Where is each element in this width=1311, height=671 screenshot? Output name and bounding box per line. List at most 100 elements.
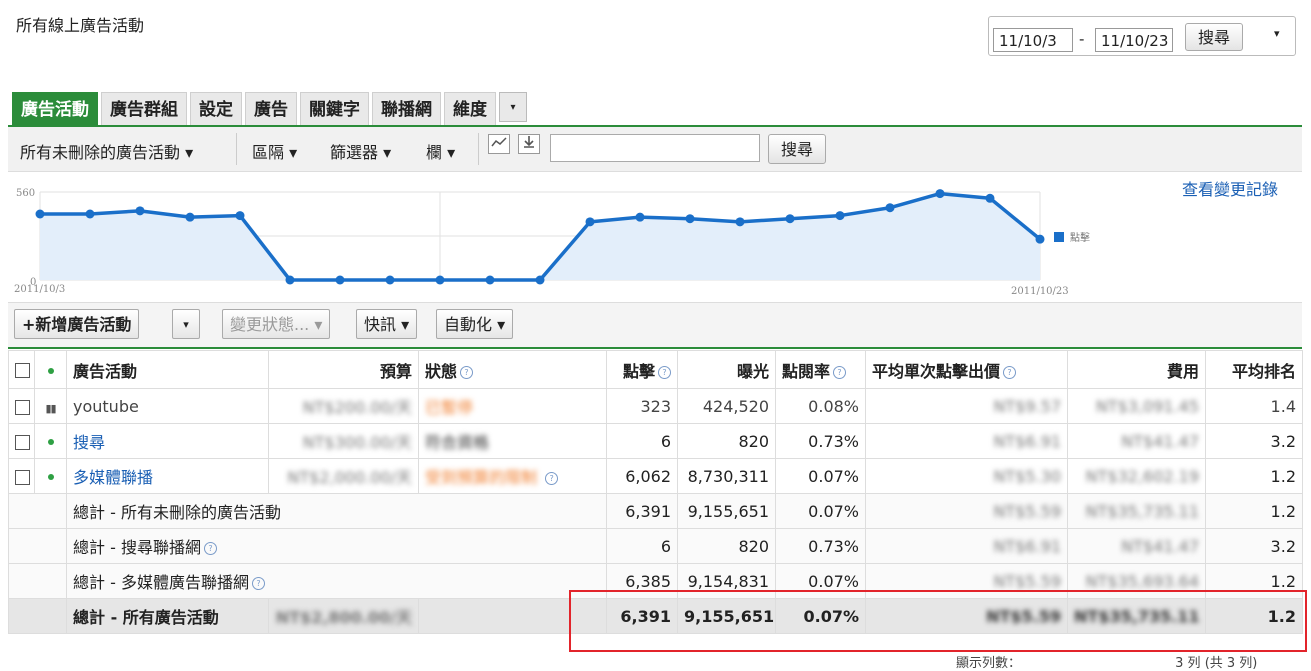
tab-keywords[interactable]: 關鍵字 [300, 92, 369, 126]
data-point [185, 212, 195, 222]
header-status[interactable]: 狀態? [418, 350, 607, 389]
x-end-label: 2011/10/23 [1011, 286, 1069, 297]
clicks-value: 323 [606, 388, 678, 424]
date-range-picker[interactable]: 11/10/3 - 11/10/23 搜尋 ▾ [988, 16, 1296, 56]
data-point [1035, 234, 1045, 244]
table-row: 多媒體聯播 NT$2,000.00/天 受到預算的限制 ? 6,062 8,73… [8, 458, 1303, 494]
enabled-icon[interactable] [34, 423, 67, 459]
header-avg-cpc[interactable]: 平均單次點擊出價? [865, 350, 1068, 389]
total-row: 總計 - 搜尋聯播網? 6 820 0.73% NT$6.91 NT$41.47… [8, 528, 1303, 564]
cpc-value: NT$6.91 [993, 536, 1061, 556]
impressions-value: 820 [677, 528, 776, 564]
start-date-input[interactable]: 11/10/3 [993, 28, 1073, 52]
search-button[interactable]: 搜尋 [768, 134, 826, 164]
tab-dimensions[interactable]: 維度 [444, 92, 496, 126]
cpc-value: NT$9.57 [993, 396, 1061, 416]
header-impressions[interactable]: 曝光 [677, 350, 776, 389]
data-point [85, 209, 95, 219]
new-campaign-button[interactable]: +新增廣告活動 [14, 309, 140, 339]
ctr-value: 0.07% [775, 493, 866, 529]
grand-total-label: 總計 - 所有廣告活動 [66, 598, 269, 634]
data-point [935, 189, 945, 199]
cost-value: NT$35,735.11 [1085, 501, 1199, 521]
enabled-icon[interactable] [34, 458, 67, 494]
more-tabs-icon[interactable]: ▾ [499, 92, 527, 122]
total-label: 總計 - 多媒體廣告聯播網 [73, 573, 249, 592]
change-history-link[interactable]: 查看變更記錄 [1182, 176, 1278, 200]
total-label: 總計 - 所有未刪除的廣告活動 [66, 493, 607, 529]
table-divider [8, 347, 1302, 349]
date-search-button[interactable]: 搜尋 [1185, 23, 1243, 51]
cpc-value: NT$5.30 [993, 466, 1061, 486]
help-icon: ? [460, 365, 474, 379]
data-point [435, 275, 445, 285]
toolbar-divider [236, 133, 237, 165]
clicks-chart: 560 0 2011/10/3 2011/10/23 點擊 [14, 188, 1090, 297]
help-icon: ? [203, 542, 217, 555]
tab-networks[interactable]: 聯播網 [372, 92, 441, 126]
cost-value: NT$41.47 [1121, 536, 1199, 556]
tab-campaigns[interactable]: 廣告活動 [12, 92, 98, 126]
pagination-footer: 顯示列數： 3 列 (共 3 列) [956, 652, 1257, 671]
filters-dropdown[interactable]: 篩選器 ▾ [330, 139, 391, 163]
header-clicks[interactable]: 點擊? [606, 350, 678, 389]
tab-settings[interactable]: 設定 [190, 92, 242, 126]
data-point [385, 275, 395, 285]
help-icon: ? [833, 365, 847, 379]
header-campaign[interactable]: 廣告活動 [66, 350, 269, 389]
search-input[interactable] [550, 134, 760, 162]
legend-label: 點擊 [1070, 231, 1090, 244]
campaign-name[interactable]: youtube [66, 388, 269, 424]
table-row: ▮▮ youtube NT$200.00/天 已暫停 323 424,520 0… [8, 388, 1303, 424]
clicks-value: 6,062 [606, 458, 678, 494]
change-status-button[interactable]: 變更狀態... ▾ [222, 309, 331, 339]
pause-icon[interactable]: ▮▮ [34, 388, 67, 424]
clicks-value: 6 [606, 528, 678, 564]
y-max-label: 560 [16, 188, 35, 199]
tab-ads[interactable]: 廣告 [245, 92, 297, 126]
data-point [235, 211, 245, 221]
data-point [135, 206, 145, 216]
filter-toolbar: 所有未刪除的廣告活動 ▾ 區隔 ▾ 篩選器 ▾ 欄 ▾ 搜尋 [8, 127, 1302, 172]
position-value: 3.2 [1205, 528, 1303, 564]
chart-toggle-icon[interactable] [488, 134, 510, 154]
row-checkbox[interactable] [8, 388, 35, 424]
help-icon: ? [1003, 365, 1017, 379]
help-icon: ? [545, 472, 559, 485]
impressions-value: 424,520 [677, 388, 776, 424]
data-point [585, 217, 595, 227]
status-value: 符合資格 [425, 433, 490, 452]
budget-value: NT$300.00/天 [302, 433, 412, 452]
tab-ad-groups[interactable]: 廣告群組 [101, 92, 187, 126]
automate-button[interactable]: 自動化 ▾ [436, 309, 514, 339]
budget-value: NT$2,800.00/天 [275, 608, 412, 627]
new-campaign-dropdown-icon[interactable]: ▾ [172, 309, 200, 339]
campaign-name[interactable]: 多媒體聯播 [66, 458, 269, 494]
campaign-name[interactable]: 搜尋 [66, 423, 269, 459]
status-value: 受到預算的限制 [425, 468, 538, 487]
rows-per-page-label: 顯示列數： [956, 656, 1022, 671]
end-date-input[interactable]: 11/10/23 [1095, 28, 1173, 52]
alerts-button[interactable]: 快訊 ▾ [356, 309, 418, 339]
campaign-filter-dropdown[interactable]: 所有未刪除的廣告活動 ▾ [20, 139, 193, 163]
total-row: 總計 - 所有未刪除的廣告活動 6,391 9,155,651 0.07% NT… [8, 493, 1303, 529]
segment-dropdown[interactable]: 區隔 ▾ [252, 139, 297, 163]
ctr-value: 0.07% [775, 458, 866, 494]
header-budget[interactable]: 預算 [268, 350, 419, 389]
columns-dropdown[interactable]: 欄 ▾ [426, 139, 455, 163]
data-point [835, 211, 845, 221]
select-all-checkbox[interactable] [8, 350, 35, 389]
header-avg-position[interactable]: 平均排名 [1205, 350, 1303, 389]
date-separator: - [1079, 30, 1085, 48]
chevron-down-icon[interactable]: ▾ [1274, 27, 1280, 40]
ctr-value: 0.73% [775, 528, 866, 564]
row-checkbox[interactable] [8, 458, 35, 494]
x-start-label: 2011/10/3 [14, 284, 65, 295]
status-value: 已暫停 [425, 398, 474, 417]
download-icon[interactable] [518, 134, 540, 154]
header-cost[interactable]: 費用 [1067, 350, 1206, 389]
cpc-value: NT$6.91 [993, 431, 1061, 451]
header-ctr[interactable]: 點閱率? [775, 350, 866, 389]
row-range: 3 列 (共 3 列) [1175, 656, 1258, 671]
row-checkbox[interactable] [8, 423, 35, 459]
